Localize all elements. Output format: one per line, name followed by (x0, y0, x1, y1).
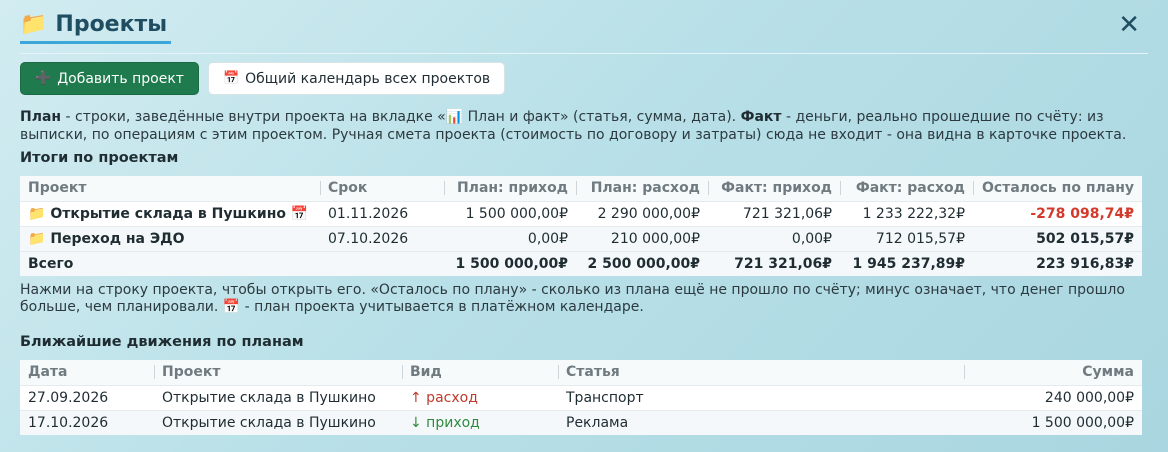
item: Транспорт (566, 389, 644, 406)
projects-note: Нажми на строку проекта, чтобы открыть е… (20, 282, 1125, 315)
folder-icon: 📁 (20, 11, 48, 37)
project-row[interactable]: 📁 Переход на ЭДО 07.10.2026 0,00₽ 210 00… (20, 226, 1142, 251)
remaining: 502 015,57₽ (1036, 230, 1134, 247)
col-item[interactable]: Статья (558, 360, 964, 385)
total-plan-in: 1 500 000,00₽ (444, 251, 576, 276)
plan-out: 2 290 000,00₽ (597, 205, 700, 222)
projects-heading: Итоги по проектам (20, 150, 179, 166)
project: Открытие склада в Пушкино (162, 389, 376, 406)
col-sum[interactable]: Сумма (964, 360, 1142, 385)
col-fact-out[interactable]: Факт: расход (840, 176, 973, 201)
fact-term: Факт (740, 109, 782, 125)
plan-text: - строки, заведённые внутри проекта на в… (61, 109, 741, 125)
movement-row[interactable]: 27.09.2026 Открытие склада в Пушкино ↑ р… (20, 385, 1142, 410)
total-fact-in: 721 321,06₽ (708, 251, 840, 276)
toolbar: ➕ Добавить проект 📅 Общий календарь всех… (20, 62, 506, 95)
remaining: -278 098,74₽ (1030, 205, 1134, 222)
col-project[interactable]: Проект (20, 176, 320, 201)
col-kind[interactable]: Вид (402, 360, 558, 385)
add-project-button[interactable]: ➕ Добавить проект (20, 62, 199, 95)
fact-out: 1 233 222,32₽ (862, 205, 965, 222)
folder-icon: 📁 (28, 230, 46, 247)
total-row: Всего 1 500 000,00₽ 2 500 000,00₽ 721 32… (20, 251, 1142, 276)
total-plan-out: 2 500 000,00₽ (576, 251, 708, 276)
fact-in: 721 321,06₽ (742, 205, 832, 222)
page-title: Проекты (55, 12, 168, 37)
deadline: 01.11.2026 (328, 205, 409, 222)
sum: 1 500 000,00₽ (1031, 414, 1134, 431)
col-remaining[interactable]: Осталось по плану (973, 176, 1142, 201)
plus-icon: ➕ (35, 71, 52, 86)
col-fact-in[interactable]: Факт: приход (708, 176, 840, 201)
col-date[interactable]: Дата (20, 360, 154, 385)
project: Открытие склада в Пушкино (162, 414, 376, 431)
fact-in: 0,00₽ (791, 230, 832, 247)
project-name-cell: 📁 Переход на ЭДО (20, 226, 320, 251)
movements-heading: Ближайшие движения по планам (20, 334, 304, 350)
project-name: Открытие склада в Пушкино (50, 205, 286, 222)
sum: 240 000,00₽ (1044, 389, 1134, 406)
calendar-button[interactable]: 📅 Общий календарь всех проектов (207, 62, 506, 95)
project-name: Переход на ЭДО (50, 230, 185, 247)
calendar-label: Общий календарь всех проектов (245, 70, 491, 87)
plan-in: 1 500 000,00₽ (465, 205, 568, 222)
col-project[interactable]: Проект (154, 360, 402, 385)
date: 27.09.2026 (28, 389, 109, 406)
item: Реклама (566, 414, 629, 431)
kind-income: ↓ приход (410, 414, 480, 431)
calendar-icon: 📅 (222, 71, 240, 86)
calendar-icon: 📅 (290, 205, 309, 222)
total-label: Всего (20, 251, 320, 276)
project-name-cell: 📁 Открытие склада в Пушкино 📅 (20, 201, 320, 226)
plan-in: 0,00₽ (527, 230, 568, 247)
kind-expense: ↑ расход (410, 389, 478, 406)
total-empty (320, 251, 444, 276)
movements-table: Дата Проект Вид Статья Сумма 27.09.2026 … (20, 360, 1142, 435)
folder-icon: 📁 (28, 205, 46, 222)
movement-row[interactable]: 17.10.2026 Открытие склада в Пушкино ↓ п… (20, 410, 1142, 435)
date: 17.10.2026 (28, 414, 109, 431)
projects-table: Проект Срок План: приход План: расход Фа… (20, 176, 1142, 276)
plan-out: 210 000,00₽ (610, 230, 700, 247)
deadline: 07.10.2026 (328, 230, 409, 247)
add-project-label: Добавить проект (57, 70, 184, 87)
total-remaining: 223 916,83₽ (973, 251, 1142, 276)
project-row[interactable]: 📁 Открытие склада в Пушкино 📅 01.11.2026… (20, 201, 1142, 226)
modal-header: 📁 Проекты ✕ (20, 8, 1148, 54)
plan-term: План (20, 109, 62, 125)
title-wrap: 📁 Проекты (20, 8, 172, 44)
description: План - строки, заведённые внутри проекта… (20, 108, 1148, 144)
fact-out: 712 015,57₽ (875, 230, 965, 247)
col-plan-out[interactable]: План: расход (576, 176, 708, 201)
close-icon[interactable]: ✕ (1118, 10, 1140, 40)
col-deadline[interactable]: Срок (320, 176, 444, 201)
table-header-row: Проект Срок План: приход План: расход Фа… (20, 176, 1142, 201)
table-header-row: Дата Проект Вид Статья Сумма (20, 360, 1142, 385)
col-plan-in[interactable]: План: приход (444, 176, 576, 201)
total-fact-out: 1 945 237,89₽ (840, 251, 973, 276)
